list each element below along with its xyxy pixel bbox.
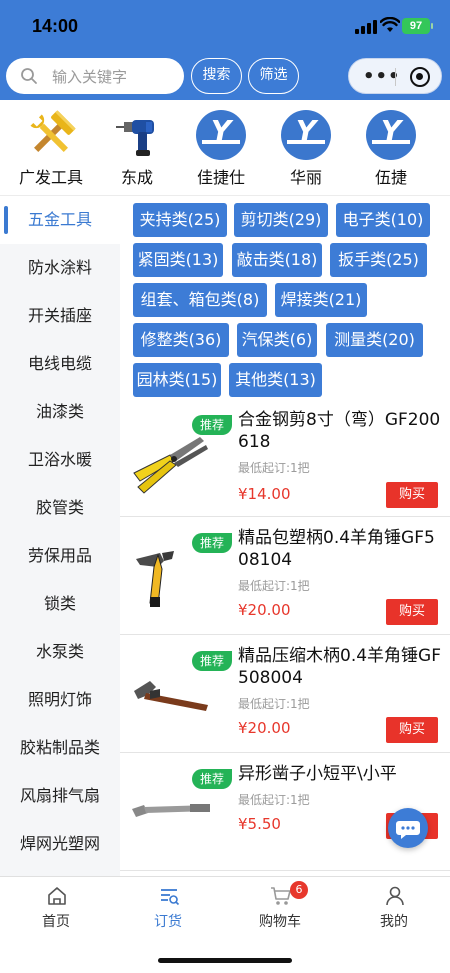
sidebar-item[interactable]: 水泵类 <box>0 628 120 676</box>
subcategory-tag[interactable]: 扳手类(25) <box>330 243 427 277</box>
capsule-divider <box>395 68 396 86</box>
status-time: 14:00 <box>32 16 79 36</box>
sidebar-item-hardware-tools[interactable]: 五金工具 <box>0 196 120 244</box>
wifi-icon <box>380 17 400 32</box>
product-price: ¥20.00 <box>238 601 291 619</box>
subcategory-tag[interactable]: 汽保类(6) <box>237 323 317 357</box>
customer-service-button[interactable] <box>388 808 428 848</box>
brand-item-jiajieshi[interactable]: Y 佳捷仕 <box>178 110 264 194</box>
sidebar-item[interactable]: 开关插座 <box>0 292 120 340</box>
brand-name: 广发工具 <box>18 168 83 187</box>
subcategory-tag[interactable]: 剪切类(29) <box>234 203 328 237</box>
tab-home[interactable]: 首页 <box>0 877 112 937</box>
home-icon <box>48 887 66 905</box>
tab-order[interactable]: 订货 <box>112 877 224 937</box>
product-title[interactable]: 精品包塑柄0.4羊角锤GF508104 <box>238 527 444 571</box>
subcategory-tag[interactable]: 焊接类(21) <box>275 283 367 317</box>
min-order: 最低起订:1把 <box>238 579 310 593</box>
min-order: 最低起订:1把 <box>238 697 310 711</box>
subcategory-tag[interactable]: 电子类(10) <box>336 203 430 237</box>
tab-profile[interactable]: 我的 <box>338 877 450 937</box>
order-list-icon <box>161 889 180 906</box>
battery-indicator: 97 <box>402 18 433 34</box>
sidebar-item[interactable]: 胶粘制品类 <box>0 724 120 772</box>
buy-button[interactable]: 购买 <box>386 482 438 508</box>
sidebar-item[interactable]: 焊网光塑网 <box>0 820 120 868</box>
app-header: 14:00 97 输入关键字 搜索 筛选 ••• <box>0 0 450 100</box>
subcategory-tag[interactable]: 其他类(13) <box>229 363 322 397</box>
tab-label: 首页 <box>42 914 70 930</box>
product-title[interactable]: 精品压缩木柄0.4羊角锤GF508004 <box>238 645 444 689</box>
min-order: 最低起订:1把 <box>238 461 310 475</box>
product-item[interactable]: 推荐 合金钢剪8寸（弯）GF200618 最低起订:1把 ¥14.00 购买 <box>120 399 450 517</box>
tab-cart[interactable]: 6 购物车 <box>224 877 336 937</box>
chat-bubble-icon <box>396 821 420 839</box>
product-price: ¥14.00 <box>238 485 291 503</box>
target-circle-icon[interactable] <box>410 67 430 87</box>
sidebar-item[interactable]: 锁类 <box>0 580 120 628</box>
sidebar-item[interactable]: 油漆类 <box>0 388 120 436</box>
category-content: 夹持类(25) 剪切类(29) 电子类(10) 紧固类(13) 敲击类(18) … <box>120 196 450 876</box>
cellular-signal-icon <box>355 20 377 34</box>
subcategory-tag[interactable]: 园林类(15) <box>133 363 221 397</box>
status-bar: 14:00 97 <box>0 0 450 52</box>
sidebar-item[interactable]: 照明灯饰 <box>0 676 120 724</box>
subcategory-tag[interactable]: 敲击类(18) <box>232 243 322 277</box>
cart-icon <box>271 887 291 905</box>
brand-item-guangfa[interactable]: 广发工具 <box>8 110 94 194</box>
cart-count-badge: 6 <box>290 881 308 899</box>
sidebar-item[interactable]: 防水涂料 <box>0 244 120 292</box>
brand-item-dongcheng[interactable]: 东成 <box>94 110 180 194</box>
tab-label: 订货 <box>154 914 182 930</box>
product-item[interactable]: 推荐 精品包塑柄0.4羊角锤GF508104 最低起订:1把 ¥20.00 购买 <box>120 517 450 635</box>
subcategory-tag[interactable]: 测量类(20) <box>326 323 423 357</box>
brand-name: 华丽 <box>289 168 322 187</box>
sidebar-item[interactable]: 电线电缆 <box>0 340 120 388</box>
recommend-badge: 推荐 <box>192 533 233 553</box>
recommend-badge: 推荐 <box>192 769 233 789</box>
drill-icon <box>116 120 154 156</box>
buy-button[interactable]: 购买 <box>386 599 438 625</box>
brand-name: 佳捷仕 <box>196 168 245 187</box>
brand-y-logo: Y <box>281 110 331 160</box>
search-bar-row: 输入关键字 搜索 筛选 ••• <box>0 56 450 96</box>
search-placeholder: 输入关键字 <box>52 68 128 86</box>
brand-name: 伍捷 <box>374 168 407 187</box>
product-item[interactable]: 推荐 精品压缩木柄0.4羊角锤GF508004 最低起订:1把 ¥20.00 购… <box>120 635 450 753</box>
brand-name: 东成 <box>120 168 153 187</box>
brand-y-logo: Y <box>366 110 416 160</box>
search-icon <box>21 68 37 84</box>
sidebar-item[interactable]: 劳保用品 <box>0 532 120 580</box>
subcategory-tag[interactable]: 修整类(36) <box>133 323 229 357</box>
tab-label: 我的 <box>380 914 408 930</box>
sidebar-item[interactable]: 胶管类 <box>0 484 120 532</box>
product-price: ¥5.50 <box>238 815 281 833</box>
min-order: 最低起订:1把 <box>238 793 310 807</box>
recommend-badge: 推荐 <box>192 415 233 435</box>
sidebar-item[interactable]: 风扇排气扇 <box>0 772 120 820</box>
product-price: ¥20.00 <box>238 719 291 737</box>
mini-program-capsule: ••• <box>348 58 442 94</box>
hammer-wrench-icon <box>30 110 76 152</box>
product-title[interactable]: 异形凿子小短平\小平 <box>238 763 444 785</box>
brand-item-huali[interactable]: Y 华丽 <box>263 110 349 194</box>
sidebar-item[interactable]: 卫浴水暖 <box>0 436 120 484</box>
subcategory-tag[interactable]: 组套、箱包类(8) <box>133 283 267 317</box>
search-input[interactable]: 输入关键字 <box>6 58 184 94</box>
product-title[interactable]: 合金钢剪8寸（弯）GF200618 <box>238 409 444 453</box>
search-button[interactable]: 搜索 <box>191 58 242 94</box>
user-icon <box>386 886 404 906</box>
buy-button[interactable]: 购买 <box>386 717 438 743</box>
brand-row: 广发工具 东成 Y 佳捷仕 Y 华丽 Y 伍捷 <box>0 100 450 196</box>
tab-label: 购物车 <box>259 914 301 930</box>
subcategory-tag[interactable]: 紧固类(13) <box>133 243 223 277</box>
subcategory-tag[interactable]: 夹持类(25) <box>133 203 227 237</box>
home-indicator <box>158 958 292 963</box>
filter-button[interactable]: 筛选 <box>248 58 299 94</box>
brand-item-wujie[interactable]: Y 伍捷 <box>348 110 434 194</box>
brand-y-logo: Y <box>196 110 246 160</box>
category-sidebar: 五金工具 防水涂料 开关插座 电线电缆 油漆类 卫浴水暖 胶管类 劳保用品 锁类… <box>0 196 120 876</box>
recommend-badge: 推荐 <box>192 651 233 671</box>
